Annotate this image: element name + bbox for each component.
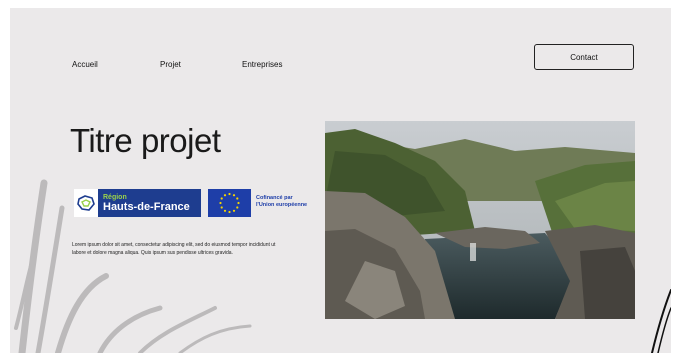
eu-label-line1: Cofinancé par <box>256 195 293 201</box>
nav-item-entreprises[interactable]: Entreprises <box>242 60 282 69</box>
eu-flag-icon <box>208 189 251 217</box>
eu-label-line2: l'Union européenne <box>256 201 308 208</box>
eu-cofinancing-label: Cofinancé par l'Union européenne <box>256 195 307 209</box>
region-emblem-icon <box>74 189 98 217</box>
nav-item-accueil[interactable]: Accueil <box>72 60 98 69</box>
project-description: Lorem ipsum dolor sit amet, consectetur … <box>72 242 276 256</box>
contact-button[interactable]: Contact <box>534 44 634 70</box>
hero-landscape-image <box>325 121 635 319</box>
region-logo-line1: Région <box>103 193 127 201</box>
page-frame: Accueil Projet Entreprises Contact Titre… <box>10 8 671 353</box>
region-logo-line2: Hauts-de-France <box>103 200 190 213</box>
page-title: Titre projet <box>70 122 221 159</box>
nav-item-projet[interactable]: Projet <box>160 60 181 69</box>
region-hauts-de-france-logo: Région Hauts-de-France <box>74 189 201 217</box>
